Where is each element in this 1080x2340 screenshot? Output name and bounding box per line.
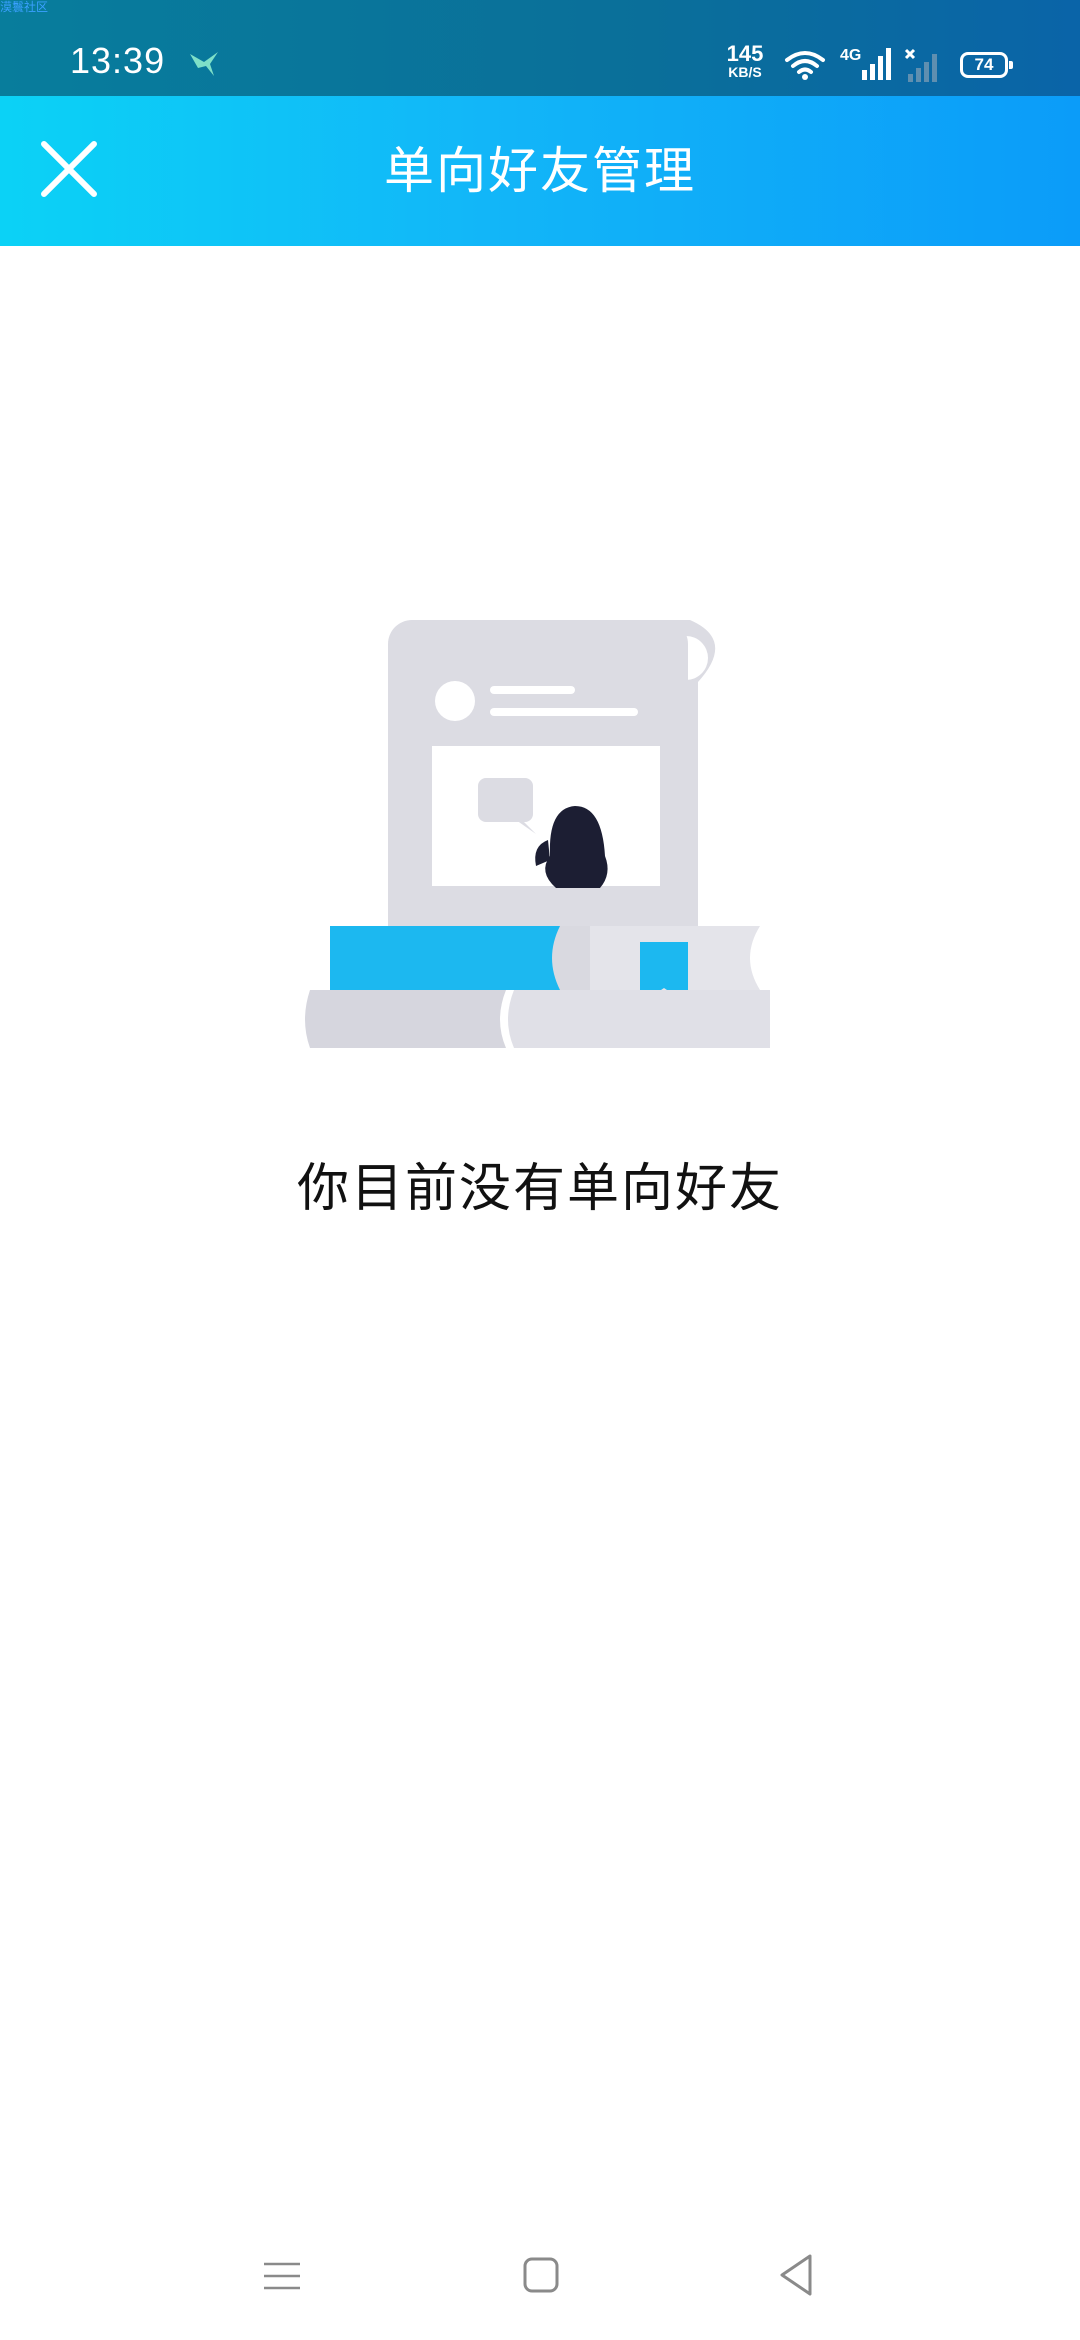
empty-state-message: 你目前没有单向好友 — [296, 1159, 783, 1219]
battery-level: 74 — [974, 55, 994, 74]
home-icon[interactable] — [522, 2256, 560, 2294]
status-bar: 漠鬟社区 13:39 145 KB/S 4G 74 — [0, 0, 1080, 96]
status-time: 13:39 — [70, 40, 166, 81]
menu-icon[interactable] — [262, 2256, 302, 2296]
header-bar: 单向好友管理 — [0, 96, 1080, 246]
signal-4g-icon: 4G — [840, 47, 891, 80]
page-title: 单向好友管理 — [384, 142, 696, 200]
hummingbird-icon — [190, 52, 218, 76]
empty-state-illustration — [305, 620, 770, 1048]
speed-value: 145 — [726, 41, 764, 66]
signal-no-service-icon — [904, 48, 937, 82]
speed-unit: KB/S — [728, 64, 762, 80]
watermark-text: 漠鬟社区 — [0, 0, 49, 14]
back-icon[interactable] — [776, 2252, 816, 2298]
wifi-icon — [785, 51, 825, 80]
battery-indicator: 74 — [960, 52, 1013, 78]
system-nav-bar — [0, 2230, 1080, 2330]
network-type: 4G — [840, 47, 861, 64]
network-speed: 145 KB/S — [720, 41, 770, 81]
